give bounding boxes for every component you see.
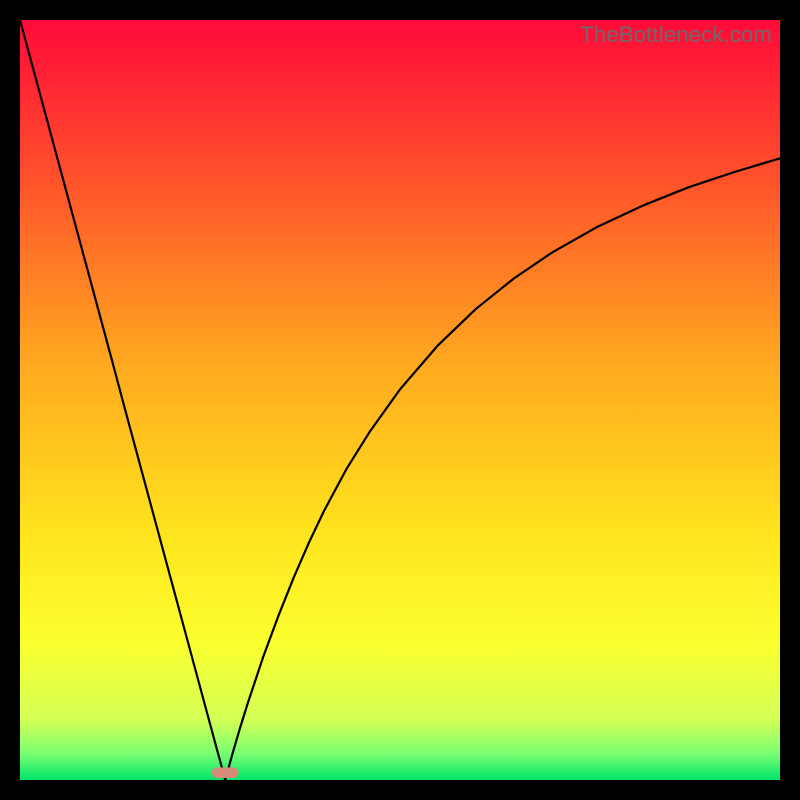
bottleneck-chart [20, 20, 780, 780]
min-marker-group [212, 767, 239, 778]
min-marker [212, 767, 239, 778]
watermark-text: TheBottleneck.com [580, 22, 772, 48]
gradient-background [20, 20, 780, 780]
chart-frame: TheBottleneck.com [20, 20, 780, 780]
